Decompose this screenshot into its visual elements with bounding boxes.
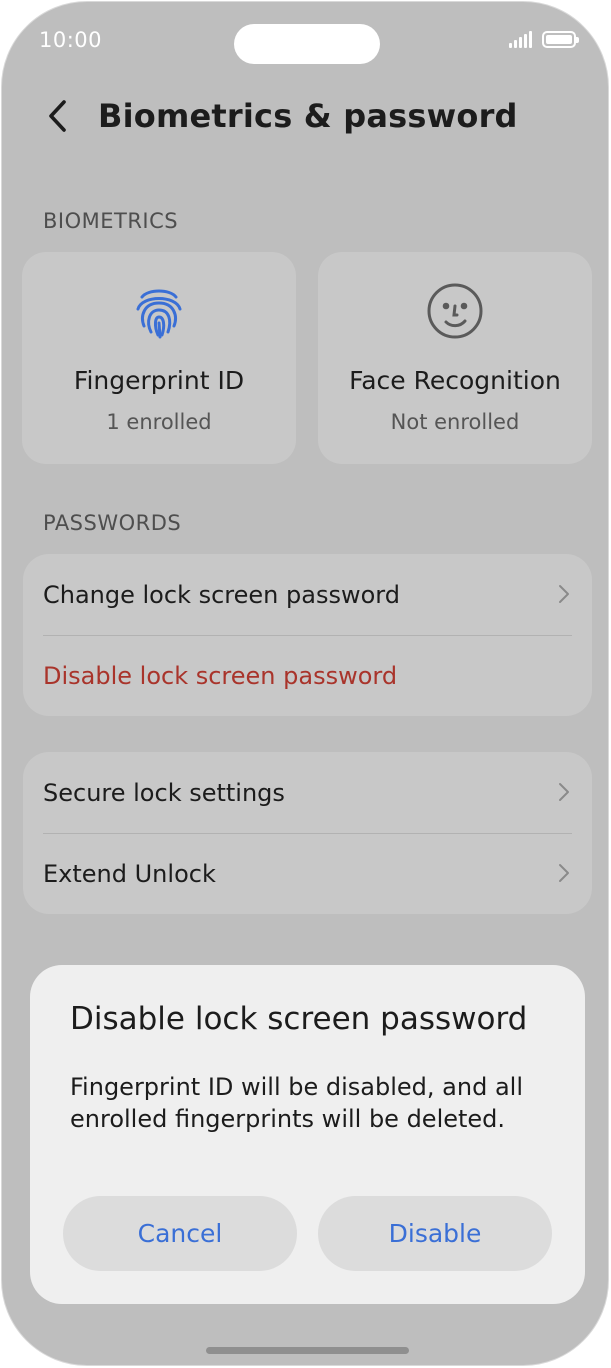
dialog-title: Disable lock screen password [70,1001,528,1037]
fingerprint-icon [130,282,188,344]
face-recognition-name: Face Recognition [349,366,561,395]
confirm-dialog: Disable lock screen password Fingerprint… [30,965,585,1304]
security-group: Secure lock settings Extend Unlock [23,752,592,914]
dialog-message: Fingerprint ID will be disabled, and all… [70,1073,523,1133]
change-password-row[interactable]: Change lock screen password [23,554,592,635]
section-label-passwords: PASSWORDS [43,511,182,535]
cancel-button[interactable]: Cancel [63,1196,297,1271]
extend-unlock-row[interactable]: Extend Unlock [23,833,592,914]
phone-screen: 10:00 Biometrics & password BIOMETRICS F [1,1,609,1366]
disable-password-row[interactable]: Disable lock screen password [23,635,592,716]
signal-icon [509,30,532,48]
extend-unlock-label: Extend Unlock [43,859,216,888]
disable-password-label: Disable lock screen password [43,661,398,690]
header: Biometrics & password [46,94,518,138]
fingerprint-name: Fingerprint ID [73,366,245,395]
chevron-left-icon[interactable] [46,94,80,138]
chevron-right-icon [558,584,570,608]
fingerprint-status: 1 enrolled [106,410,212,434]
secure-lock-settings-row[interactable]: Secure lock settings [23,752,592,833]
disable-button[interactable]: Disable [318,1196,552,1271]
page-title: Biometrics & password [98,97,518,135]
section-label-biometrics: BIOMETRICS [43,209,179,233]
battery-icon [542,30,579,48]
face-recognition-card[interactable]: Face Recognition Not enrolled [318,252,592,464]
fingerprint-card[interactable]: Fingerprint ID 1 enrolled [22,252,296,464]
home-indicator[interactable] [206,1347,409,1354]
face-recognition-status: Not enrolled [390,410,520,434]
chevron-right-icon [558,782,570,806]
secure-lock-settings-label: Secure lock settings [43,778,285,807]
dynamic-island [234,24,380,64]
passwords-group: Change lock screen password Disable lock… [23,554,592,716]
change-password-label: Change lock screen password [43,580,400,609]
chevron-right-icon [558,863,570,887]
face-icon [426,282,484,344]
status-icons [509,30,579,48]
status-time: 10:00 [39,28,103,52]
